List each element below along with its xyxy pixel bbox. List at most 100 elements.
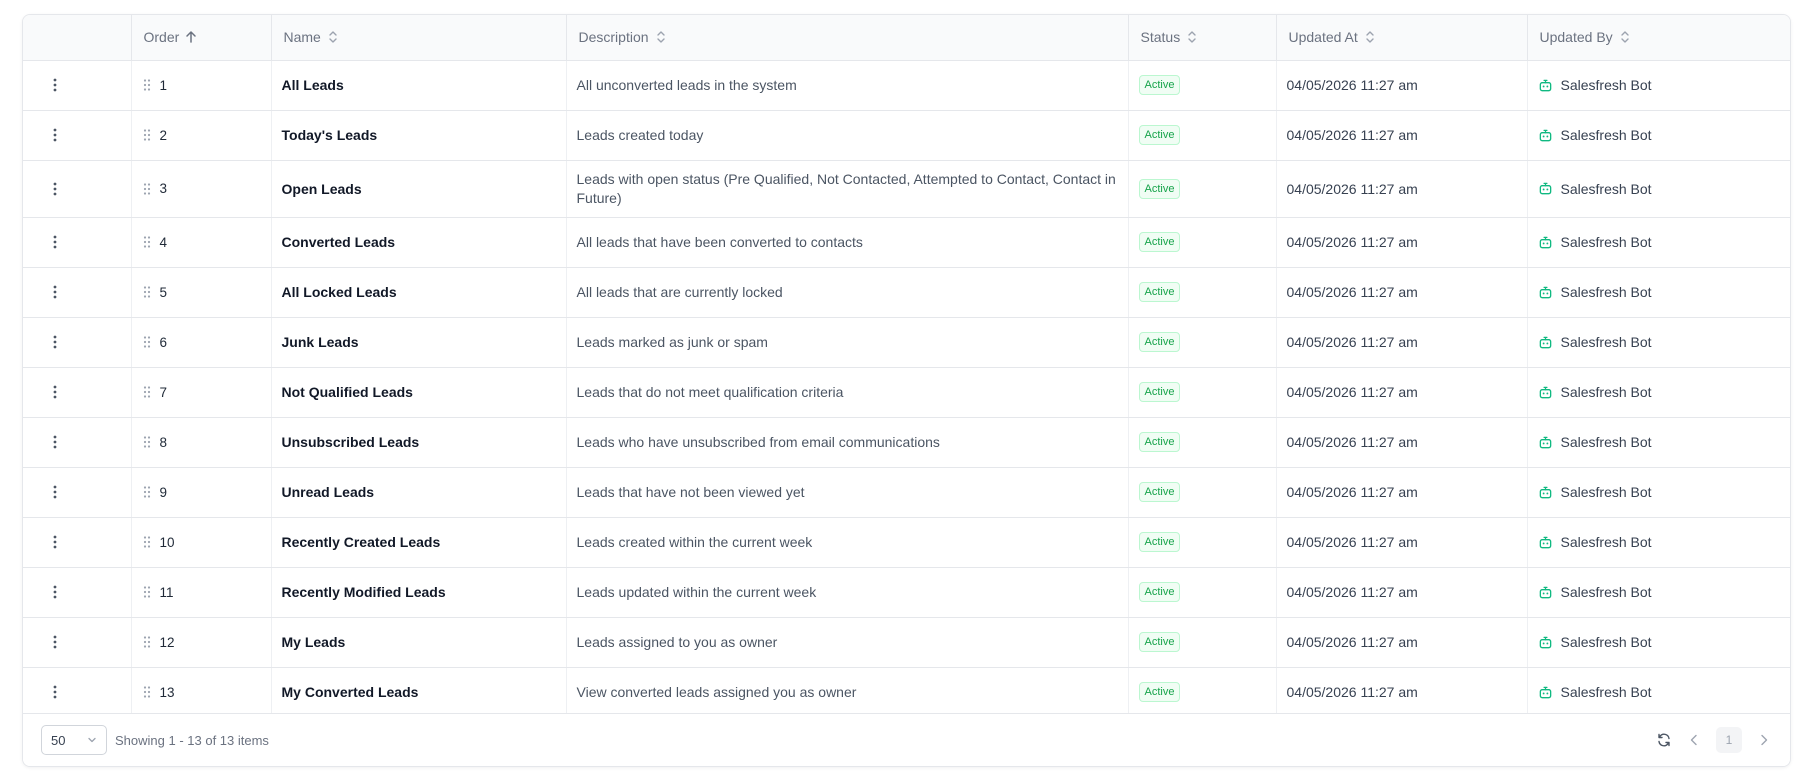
status-badge: Active xyxy=(1138,232,1181,252)
table-row[interactable]: 8 Unsubscribed Leads Leads who have unsubs… xyxy=(23,417,1790,468)
row-actions-cell xyxy=(23,317,132,368)
view-name[interactable]: All Leads xyxy=(282,77,344,93)
kebab-menu-icon[interactable] xyxy=(33,128,121,142)
table-row[interactable]: 1 All Leads All unconverted leads in the s… xyxy=(23,60,1790,111)
description-cell: Leads assigned to you as owner xyxy=(566,617,1129,668)
column-header-updated-by[interactable]: Updated By xyxy=(1527,15,1790,61)
drag-handle-icon[interactable] xyxy=(142,335,152,349)
table-row[interactable]: 4 Converted Leads All leads that have been… xyxy=(23,217,1790,268)
updated-at-value: 04/05/2026 11:27 am xyxy=(1286,534,1418,550)
status-cell: Active xyxy=(1128,667,1277,718)
order-value: 6 xyxy=(159,334,168,350)
view-name[interactable]: Junk Leads xyxy=(282,334,359,350)
chevron-right-icon[interactable] xyxy=(1756,732,1772,748)
name-cell: Recently Created Leads xyxy=(271,517,567,568)
kebab-menu-icon[interactable] xyxy=(33,685,121,699)
kebab-menu-icon[interactable] xyxy=(33,335,121,349)
order-value: 12 xyxy=(159,634,175,650)
column-header-status[interactable]: Status xyxy=(1128,15,1277,61)
table-row[interactable]: 5 All Locked Leads All leads that are curr… xyxy=(23,267,1790,318)
kebab-menu-icon[interactable] xyxy=(33,235,121,249)
table-row[interactable]: 12 My Leads Leads assigned to you as owner… xyxy=(23,617,1790,668)
table-row[interactable]: 3 Open Leads Leads with open status (Pre Q… xyxy=(23,160,1790,218)
description-cell: Leads who have unsubscribed from email c… xyxy=(566,417,1129,468)
updated-at-cell: 04/05/2026 11:27 am xyxy=(1276,467,1528,518)
view-name[interactable]: My Leads xyxy=(282,634,346,650)
description-cell: Leads created within the current week xyxy=(566,517,1129,568)
drag-handle-icon[interactable] xyxy=(142,235,152,249)
order-value: 4 xyxy=(159,234,168,250)
kebab-menu-icon[interactable] xyxy=(33,285,121,299)
updated-at-value: 04/05/2026 11:27 am xyxy=(1286,634,1418,650)
view-name[interactable]: Unread Leads xyxy=(282,484,375,500)
drag-handle-icon[interactable] xyxy=(142,182,152,196)
refresh-icon[interactable] xyxy=(1656,732,1672,748)
drag-handle-icon[interactable] xyxy=(142,78,152,92)
view-name[interactable]: My Converted Leads xyxy=(282,684,419,700)
drag-handle-icon[interactable] xyxy=(142,685,152,699)
updated-at-value: 04/05/2026 11:27 am xyxy=(1286,484,1418,500)
table-row[interactable]: 9 Unread Leads Leads that have not been vi… xyxy=(23,467,1790,518)
view-name[interactable]: Recently Created Leads xyxy=(282,534,441,550)
column-header-updated-at[interactable]: Updated At xyxy=(1276,15,1528,61)
drag-handle-icon[interactable] xyxy=(142,385,152,399)
table-row[interactable]: 2 Today's Leads Leads created today Active 0… xyxy=(23,110,1790,161)
chevron-left-icon[interactable] xyxy=(1686,732,1702,748)
kebab-menu-icon[interactable] xyxy=(33,78,121,92)
name-cell: Today's Leads xyxy=(271,110,567,161)
kebab-menu-icon[interactable] xyxy=(33,535,121,549)
view-name[interactable]: Not Qualified Leads xyxy=(282,384,413,400)
table-row[interactable]: 10 Recently Created Leads Leads created wi… xyxy=(23,517,1790,568)
kebab-menu-icon[interactable] xyxy=(33,635,121,649)
drag-handle-icon[interactable] xyxy=(142,128,152,142)
drag-handle-icon[interactable] xyxy=(142,535,152,549)
view-name[interactable]: Recently Modified Leads xyxy=(282,584,446,600)
view-name[interactable]: Open Leads xyxy=(282,181,362,197)
view-name[interactable]: All Locked Leads xyxy=(282,284,397,300)
order-value: 10 xyxy=(159,534,175,550)
description-cell: View converted leads assigned you as own… xyxy=(566,667,1129,718)
table-row[interactable]: 11 Recently Modified Leads Leads updated w… xyxy=(23,567,1790,618)
table-row[interactable]: 13 My Converted Leads View converted leads… xyxy=(23,667,1790,718)
bot-icon xyxy=(1538,128,1553,143)
updated-by-cell: Salesfresh Bot xyxy=(1527,667,1790,718)
kebab-menu-icon[interactable] xyxy=(33,435,121,449)
kebab-menu-icon[interactable] xyxy=(33,585,121,599)
order-cell: 2 xyxy=(131,110,272,161)
kebab-menu-icon[interactable] xyxy=(33,182,121,196)
kebab-menu-icon[interactable] xyxy=(33,485,121,499)
page-button-current[interactable]: 1 xyxy=(1716,727,1742,753)
row-actions-cell xyxy=(23,267,132,318)
bot-icon xyxy=(1538,585,1553,600)
updated-at-cell: 04/05/2026 11:27 am xyxy=(1276,517,1528,568)
updated-by-cell: Salesfresh Bot xyxy=(1527,517,1790,568)
updated-at-cell: 04/05/2026 11:27 am xyxy=(1276,567,1528,618)
name-cell: My Leads xyxy=(271,617,567,668)
drag-handle-icon[interactable] xyxy=(142,435,152,449)
view-description: Leads with open status (Pre Qualified, N… xyxy=(576,170,1116,206)
updated-at-value: 04/05/2026 11:27 am xyxy=(1286,77,1418,93)
column-header-description[interactable]: Description xyxy=(566,15,1129,61)
view-name[interactable]: Unsubscribed Leads xyxy=(282,434,420,450)
column-header-order[interactable]: Order xyxy=(131,15,272,61)
kebab-menu-icon[interactable] xyxy=(33,385,121,399)
drag-handle-icon[interactable] xyxy=(142,585,152,599)
order-cell: 4 xyxy=(131,217,272,268)
pagination-summary: Showing 1 - 13 of 13 items xyxy=(115,732,269,748)
updated-at-value: 04/05/2026 11:27 am xyxy=(1286,180,1418,197)
updated-at-cell: 04/05/2026 11:27 am xyxy=(1276,110,1528,161)
drag-handle-icon[interactable] xyxy=(142,285,152,299)
page-size-select[interactable]: 50 xyxy=(41,725,107,755)
drag-handle-icon[interactable] xyxy=(142,485,152,499)
column-header-name[interactable]: Name xyxy=(271,15,567,61)
bot-icon xyxy=(1538,685,1553,700)
name-cell: Converted Leads xyxy=(271,217,567,268)
row-actions-cell xyxy=(23,110,132,161)
view-name[interactable]: Today's Leads xyxy=(282,127,378,143)
table-row[interactable]: 6 Junk Leads Leads marked as junk or spam A… xyxy=(23,317,1790,368)
table-row[interactable]: 7 Not Qualified Leads Leads that do not me… xyxy=(23,367,1790,418)
view-name[interactable]: Converted Leads xyxy=(282,234,396,250)
row-actions-cell xyxy=(23,517,132,568)
bot-icon xyxy=(1538,335,1553,350)
drag-handle-icon[interactable] xyxy=(142,635,152,649)
